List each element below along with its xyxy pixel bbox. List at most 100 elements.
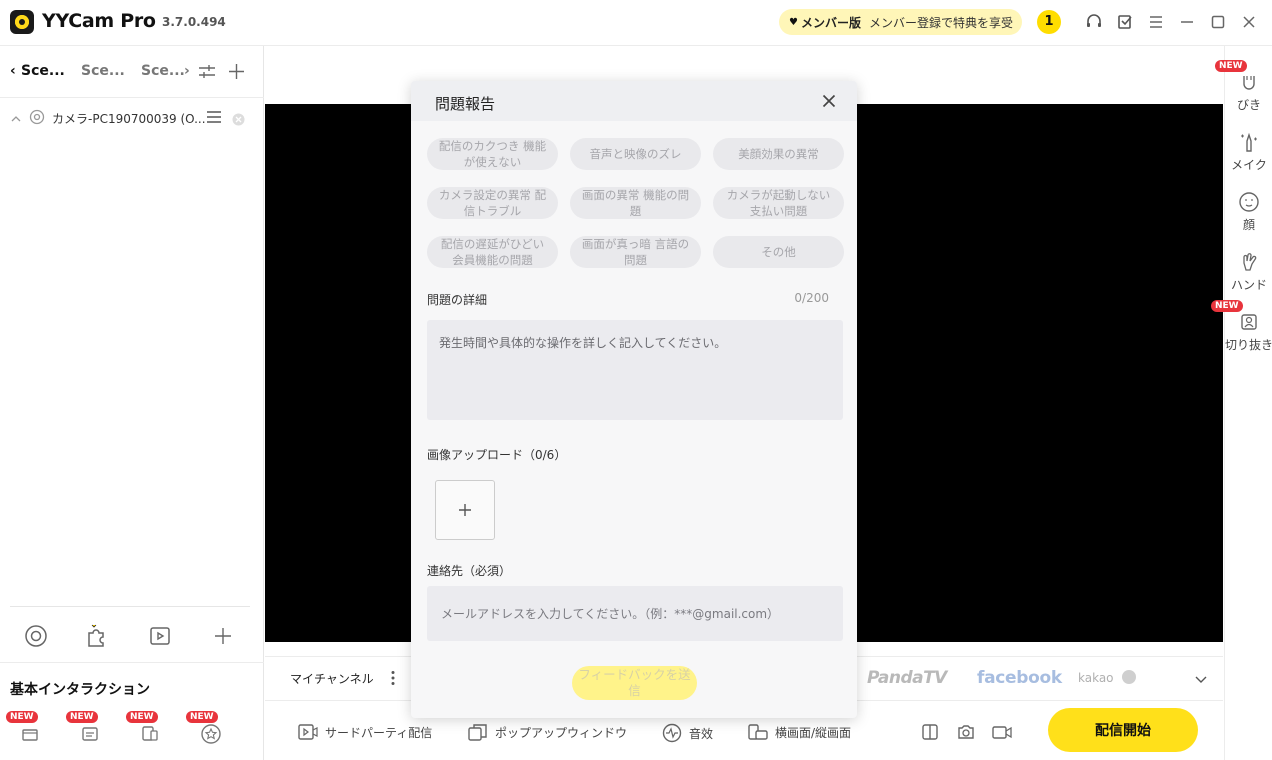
source-menu-icon[interactable]	[206, 109, 222, 129]
more-vertical-icon[interactable]	[390, 670, 396, 690]
popup-window-button[interactable]: ポップアップウィンドウ	[468, 723, 627, 741]
orientation-button[interactable]: 横画面/縦画面	[748, 723, 851, 741]
camera-source-row[interactable]: カメラ-PC190700039 (O...	[0, 104, 264, 132]
rail-item-face[interactable]: 顔	[1225, 190, 1272, 233]
submit-feedback-button[interactable]: フィードバックを送信	[572, 666, 697, 700]
detail-char-counter: 0/200	[794, 291, 829, 305]
snapshot-camera-icon[interactable]	[957, 723, 975, 745]
rail-label-beauty: びき	[1236, 98, 1261, 112]
member-banner[interactable]: ♥ メンバー版 メンバー登録で特典を享受	[779, 9, 1022, 35]
headset-icon[interactable]	[1084, 12, 1104, 32]
third-party-icon	[298, 724, 318, 740]
plus-icon	[459, 504, 471, 516]
minimize-icon[interactable]	[1177, 12, 1197, 32]
new-badge: NEW	[1211, 300, 1243, 312]
scene-next-icon[interactable]: ›	[184, 63, 190, 79]
chevron-up-icon[interactable]	[10, 110, 22, 129]
tab-scene-1[interactable]: Sce...	[21, 63, 65, 79]
rail-item-hand[interactable]: ハンド	[1225, 250, 1272, 293]
rail-label-hand: ハンド	[1230, 278, 1267, 292]
category-button[interactable]: 美顔効果の異常	[713, 138, 844, 170]
rail-item-cutout[interactable]: 切り抜き	[1225, 310, 1272, 353]
close-window-icon[interactable]	[1239, 12, 1259, 32]
camera-source-icon	[29, 109, 45, 129]
new-badge: NEW	[186, 711, 218, 723]
rail-label-cutout: 切り抜き	[1225, 338, 1272, 352]
popup-window-icon	[468, 724, 487, 741]
my-channel-label[interactable]: マイチャンネル	[290, 670, 374, 687]
effects-rail: びき NEW メイク 顔 ハンド 切り抜き NEW	[1211, 46, 1272, 760]
close-icon[interactable]	[819, 91, 839, 111]
media-play-icon[interactable]	[147, 623, 173, 649]
contact-label: 連絡先（必須）	[427, 564, 512, 578]
kakao-tv-icon	[1122, 670, 1136, 684]
category-button[interactable]: カメラが起動しない 支払い問題	[713, 187, 844, 219]
third-party-label: サードパーティ配信	[325, 725, 433, 740]
maximize-icon[interactable]	[1208, 12, 1228, 32]
category-button[interactable]: 配信の遅延がひどい 会員機能の問題	[427, 236, 558, 268]
split-view-icon[interactable]	[921, 723, 939, 745]
category-button[interactable]: 配信のカクつき 機能が使えない	[427, 138, 558, 170]
source-type-bar	[10, 606, 250, 662]
sound-effect-label: 音效	[689, 726, 714, 741]
category-button[interactable]: 音声と映像のズレ	[570, 138, 701, 170]
rail-item-makeup[interactable]: メイク	[1225, 130, 1272, 173]
new-badge: NEW	[66, 711, 98, 723]
upload-image-button[interactable]	[435, 480, 495, 540]
interaction-item-gift[interactable]: NEW	[6, 711, 40, 745]
detail-label: 問題の詳細	[427, 293, 488, 307]
hand-icon	[1225, 250, 1272, 274]
category-button[interactable]: その他	[713, 236, 844, 268]
scene-tabs: ‹ Sce... Sce... Sce... ›	[0, 46, 264, 98]
new-badge: NEW	[126, 711, 158, 723]
brand-facebook[interactable]: facebook	[977, 668, 1062, 688]
menu-icon[interactable]	[1146, 12, 1166, 32]
add-scene-icon[interactable]	[228, 63, 245, 84]
edit-note-icon[interactable]	[1115, 12, 1135, 32]
app-version: 3.7.0.494	[162, 15, 226, 29]
detail-textarea[interactable]	[427, 320, 843, 420]
puzzle-icon[interactable]	[83, 623, 109, 649]
rail-item-beauty[interactable]: びき	[1225, 70, 1272, 113]
interaction-item-star[interactable]: NEW	[186, 711, 221, 745]
camera-add-icon[interactable]	[23, 623, 49, 649]
brand-pandatv[interactable]: PandaTV	[867, 668, 947, 688]
rail-label-face: 顔	[1242, 218, 1255, 232]
record-video-icon[interactable]	[992, 723, 1012, 745]
member-promo-text: メンバー登録で特典を享受	[868, 15, 1013, 30]
makeup-icon	[1225, 130, 1272, 154]
face-icon	[1225, 190, 1272, 214]
sound-effect-icon	[662, 723, 682, 743]
tab-scene-2[interactable]: Sce...	[81, 63, 125, 79]
category-button[interactable]: カメラ設定の異常 配信トラブル	[427, 187, 558, 219]
interaction-item-keyboard[interactable]: NEW	[66, 711, 100, 745]
sound-effect-button[interactable]: 音效	[662, 723, 713, 743]
add-source-icon[interactable]	[210, 623, 236, 649]
title-bar: YYCam Pro 3.7.0.494 ♥ メンバー版 メンバー登録で特典を享受…	[0, 0, 1272, 46]
interaction-item-devices[interactable]: NEW	[126, 711, 160, 745]
problem-report-dialog: 問題報告 配信のカクつき 機能が使えない 音声と映像のズレ 美顔効果の異常 カメ…	[411, 81, 857, 718]
chevron-down-icon[interactable]	[1194, 671, 1208, 690]
member-plan-label: メンバー版	[800, 15, 861, 30]
third-party-stream-button[interactable]: サードパーティ配信	[298, 723, 432, 741]
notification-badge[interactable]: 1	[1037, 10, 1061, 34]
orientation-label: 横画面/縦画面	[775, 725, 852, 740]
scene-prev-icon[interactable]: ‹	[10, 63, 16, 79]
rail-label-makeup: メイク	[1231, 158, 1267, 172]
new-badge: NEW	[1215, 60, 1247, 72]
category-button[interactable]: 画面の異常 機能の問題	[570, 187, 701, 219]
remove-source-icon[interactable]	[232, 111, 245, 130]
face-shape-icon	[1225, 70, 1272, 94]
camera-source-label: カメラ-PC190700039 (O...	[52, 112, 206, 126]
category-button[interactable]: 画面が真っ暗 言語の問題	[570, 236, 701, 268]
dialog-header: 問題報告	[411, 81, 857, 121]
start-stream-button[interactable]: 配信開始	[1048, 708, 1198, 752]
app-logo-icon	[10, 10, 34, 34]
tab-scene-3[interactable]: Sce...	[141, 63, 185, 79]
email-field[interactable]	[427, 586, 843, 641]
scene-sidebar: ‹ Sce... Sce... Sce... › カメラ-PC190700039…	[0, 46, 264, 760]
brand-kakao[interactable]: kakao	[1078, 671, 1114, 685]
orientation-icon	[748, 724, 768, 740]
dialog-title: 問題報告	[435, 95, 496, 113]
adjust-icon[interactable]	[198, 63, 216, 85]
